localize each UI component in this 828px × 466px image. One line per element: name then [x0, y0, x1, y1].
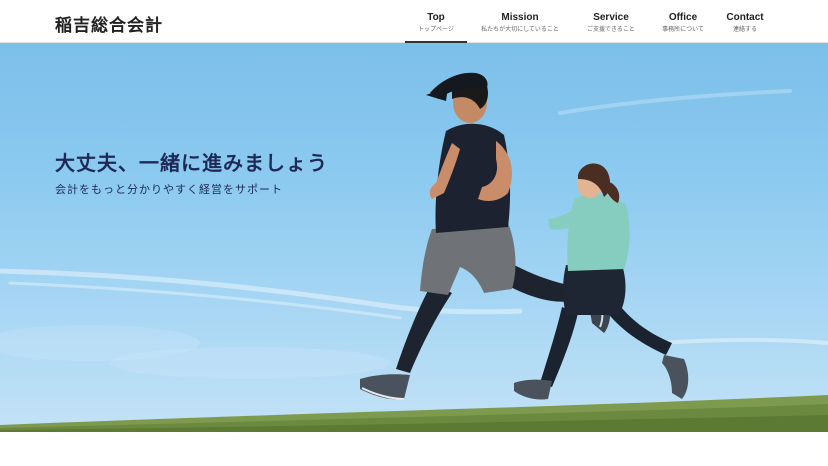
nav-item-service[interactable]: Service ご支援できること: [579, 0, 643, 43]
nav-item-service-label: Service: [593, 12, 629, 23]
nav-item-office-label: Office: [668, 12, 698, 23]
page: 稲吉総合会計 Top トップページ Mission 私たちが大切にしていること …: [0, 0, 828, 466]
nav-item-contact-label: Contact: [726, 12, 764, 23]
grass-field: [0, 395, 828, 432]
site-header: 稲吉総合会計 Top トップページ Mission 私たちが大切にしていること …: [0, 0, 828, 43]
main-nav: Top トップページ Mission 私たちが大切にしていること Service…: [0, 0, 828, 43]
nav-item-mission[interactable]: Mission 私たちが大切にしていること: [474, 0, 566, 43]
nav-item-top-label: Top: [427, 12, 445, 23]
hero-subline: 会計をもっと分かりやすく経営をサポート: [55, 183, 283, 196]
nav-item-office-sublabel: 事務所について: [662, 26, 704, 33]
nav-item-service-sublabel: ご支援できること: [587, 26, 635, 33]
nav-item-contact[interactable]: Contact 連絡する: [722, 0, 768, 43]
nav-item-mission-sublabel: 私たちが大切にしていること: [481, 26, 559, 33]
hero-photo: [0, 72, 828, 432]
hero-headline: 大丈夫、一緒に進みましょう: [55, 151, 328, 175]
nav-item-top[interactable]: Top トップページ: [405, 0, 467, 43]
nav-item-office[interactable]: Office 事務所について: [654, 0, 712, 43]
nav-item-contact-sublabel: 連絡する: [732, 26, 757, 33]
hero-section: 大丈夫、一緒に進みましょう 会計をもっと分かりやすく経営をサポート: [0, 43, 828, 432]
nav-item-mission-label: Mission: [501, 12, 539, 23]
page-bottom-strip: [0, 432, 828, 466]
nav-item-top-sublabel: トップページ: [418, 26, 454, 33]
